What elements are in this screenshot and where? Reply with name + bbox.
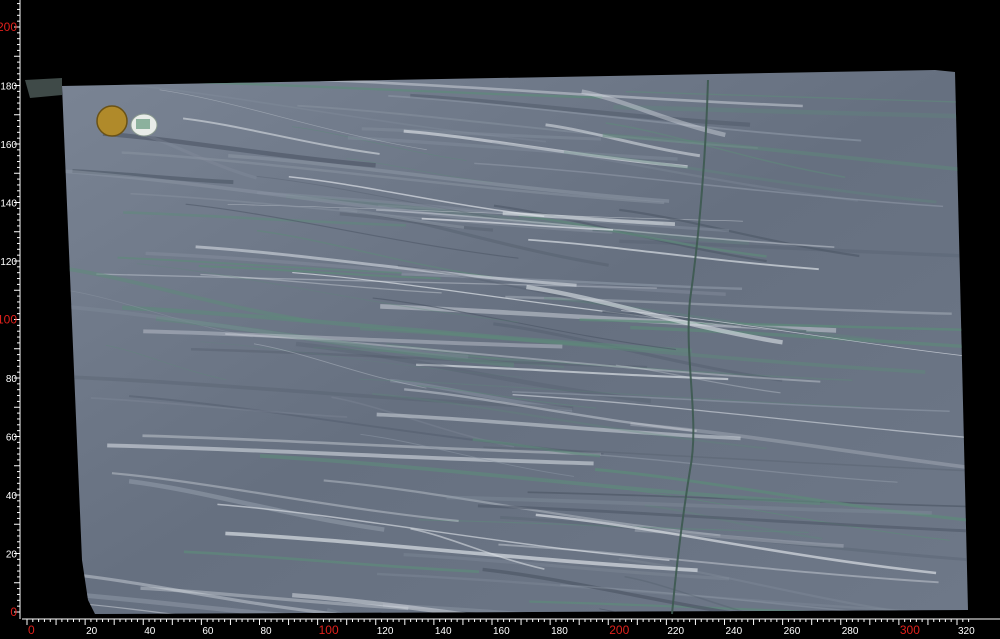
gold-round-sticker [96,105,128,137]
x-tick-label: 180 [551,626,568,637]
x-tick-label: 280 [842,626,859,637]
x-tick-label: 60 [202,626,214,637]
x-tick-label: 120 [377,626,394,637]
x-tick-label: 20 [86,626,98,637]
x-tick-label: 100 [319,623,339,637]
x-tick-label: 0 [28,623,35,637]
y-tick-label: 160 [0,140,17,151]
x-tick-label: 320 [958,626,975,637]
x-tick-label: 260 [784,626,801,637]
x-tick-label: 80 [261,626,273,637]
y-tick-label: 120 [0,257,17,268]
stone-slab [62,70,968,614]
y-tick-label: 200 [0,20,17,34]
y-tick-label: 140 [0,199,17,210]
x-tick-label: 140 [435,626,452,637]
x-tick-label: 220 [667,626,684,637]
sticker-mark [136,119,150,129]
y-tick-label: 80 [6,374,18,385]
y-tick-label: 40 [6,491,18,502]
x-tick-label: 200 [609,623,629,637]
x-tick-label: 240 [726,626,743,637]
y-tick-label: 20 [6,550,18,561]
y-tick-label: 100 [0,313,17,327]
y-tick-label: 180 [0,82,17,93]
x-tick-label: 40 [144,626,156,637]
y-tick-label: 0 [10,605,17,619]
y-tick-label: 60 [6,433,18,444]
x-tick-label: 160 [493,626,510,637]
x-tick-label: 300 [900,623,920,637]
slab-edge-tab [25,78,62,98]
slab-photo: 0 20 40 60 80 100 120 140 160 180 200 220 240 260 280 3… [0,0,1000,639]
